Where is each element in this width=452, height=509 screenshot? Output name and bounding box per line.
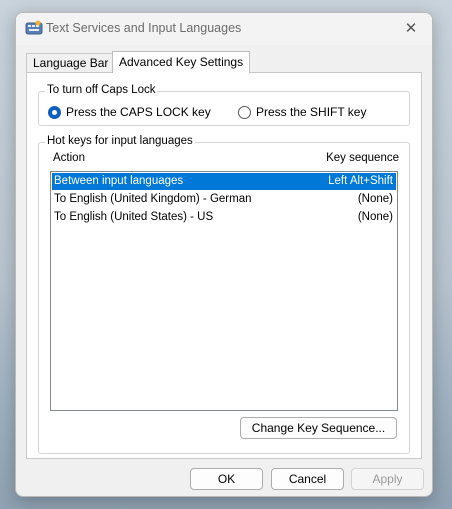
radio-shift-key[interactable]: Press the SHIFT key bbox=[238, 105, 366, 119]
window-title: Text Services and Input Languages bbox=[46, 21, 242, 35]
caps-lock-group: To turn off Caps Lock Press the CAPS LOC… bbox=[38, 84, 410, 126]
hotkeys-group-label: Hot keys for input languages bbox=[45, 135, 195, 147]
radio-checked-icon bbox=[48, 105, 61, 119]
tab-advanced-key-settings[interactable]: Advanced Key Settings bbox=[112, 51, 251, 73]
dialog-window: Text Services and Input Languages ✕ Lang… bbox=[15, 12, 433, 497]
column-header-key-sequence: Key sequence bbox=[326, 152, 399, 164]
list-item[interactable]: To English (United Kingdom) - German (No… bbox=[52, 191, 396, 208]
title-bar: Text Services and Input Languages ✕ bbox=[16, 13, 432, 45]
list-item-sequence: (None) bbox=[357, 193, 393, 205]
change-key-sequence-button[interactable]: Change Key Sequence... bbox=[240, 417, 397, 439]
hotkeys-group: Hot keys for input languages Action Key … bbox=[38, 135, 410, 454]
list-item-action: Between input languages bbox=[54, 175, 184, 187]
hotkeys-list-header: Action Key sequence bbox=[51, 152, 401, 168]
tab-strip: Language Bar Advanced Key Settings bbox=[26, 51, 422, 73]
column-header-action: Action bbox=[53, 152, 85, 164]
radio-shift-label: Press the SHIFT key bbox=[256, 105, 367, 119]
list-item-sequence: (None) bbox=[357, 211, 393, 223]
list-item-action: To English (United States) - US bbox=[54, 211, 214, 223]
radio-caps-lock-key[interactable]: Press the CAPS LOCK key bbox=[48, 105, 211, 119]
tab-language-bar[interactable]: Language Bar bbox=[26, 53, 116, 72]
radio-unchecked-icon bbox=[238, 105, 251, 119]
cancel-button[interactable]: Cancel bbox=[271, 468, 344, 490]
hotkeys-listbox[interactable]: Between input languages Left Alt+Shift T… bbox=[50, 171, 398, 411]
advanced-key-settings-panel: To turn off Caps Lock Press the CAPS LOC… bbox=[26, 72, 422, 459]
list-item[interactable]: Between input languages Left Alt+Shift bbox=[52, 173, 396, 190]
list-item-action: To English (United Kingdom) - German bbox=[54, 193, 252, 205]
keyboard-icon bbox=[25, 20, 43, 36]
close-button[interactable]: ✕ bbox=[390, 13, 432, 45]
radio-caps-lock-label: Press the CAPS LOCK key bbox=[66, 105, 211, 119]
caps-lock-group-label: To turn off Caps Lock bbox=[45, 84, 158, 96]
list-item[interactable]: To English (United States) - US (None) bbox=[52, 209, 396, 226]
apply-button[interactable]: Apply bbox=[351, 468, 424, 490]
list-item-sequence: Left Alt+Shift bbox=[328, 175, 393, 187]
ok-button[interactable]: OK bbox=[190, 468, 263, 490]
